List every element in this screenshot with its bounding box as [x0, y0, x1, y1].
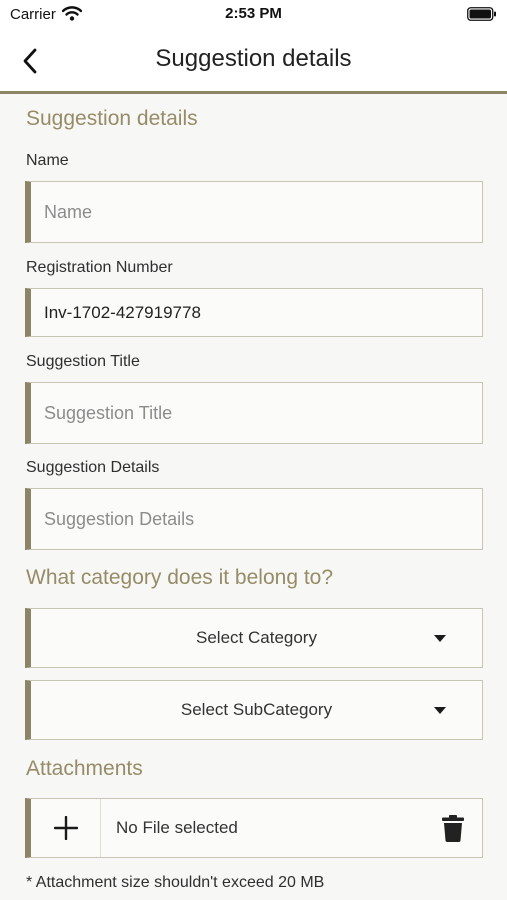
attachments-heading: Attachments — [26, 757, 143, 780]
battery-icon — [467, 7, 497, 26]
registration-label: Registration Number — [26, 259, 173, 276]
navigation-bar: Suggestion details — [0, 28, 507, 94]
trash-icon — [442, 815, 464, 842]
suggestion-title-field[interactable]: Suggestion Title — [25, 382, 483, 444]
file-status: No File selected — [116, 818, 238, 837]
page-title: Suggestion details — [155, 45, 352, 72]
registration-field[interactable]: Inv-1702-427919778 — [25, 288, 483, 337]
add-attachment-button[interactable] — [31, 799, 101, 857]
name-label: Name — [26, 152, 69, 169]
attachment-row: No File selected — [25, 798, 483, 858]
caret-down-icon — [434, 707, 446, 714]
registration-value: Inv-1702-427919778 — [44, 302, 201, 322]
status-time: 2:53 PM — [225, 5, 282, 22]
category-select-label: Select Category — [196, 628, 317, 647]
delete-attachment-button[interactable] — [442, 815, 464, 847]
name-placeholder: Name — [44, 201, 93, 222]
attachment-size-note: * Attachment size shouldn't exceed 20 MB — [26, 874, 325, 891]
name-field[interactable]: Name — [25, 181, 483, 243]
suggestion-title-label: Suggestion Title — [26, 353, 140, 370]
section-heading-details: Suggestion details — [26, 107, 198, 130]
suggestion-title-placeholder: Suggestion Title — [44, 402, 173, 423]
subcategory-select[interactable]: Select SubCategory — [25, 680, 483, 740]
caret-down-icon — [434, 635, 446, 642]
status-bar: Carrier 2:53 PM — [0, 0, 507, 28]
subcategory-select-label: Select SubCategory — [180, 700, 333, 719]
suggestion-details-label: Suggestion Details — [26, 459, 160, 476]
suggestion-details-field[interactable]: Suggestion Details — [25, 488, 483, 550]
category-heading: What category does it belong to? — [26, 566, 334, 589]
suggestion-details-placeholder: Suggestion Details — [44, 508, 195, 529]
category-select[interactable]: Select Category — [25, 608, 483, 668]
plus-icon — [53, 816, 78, 840]
